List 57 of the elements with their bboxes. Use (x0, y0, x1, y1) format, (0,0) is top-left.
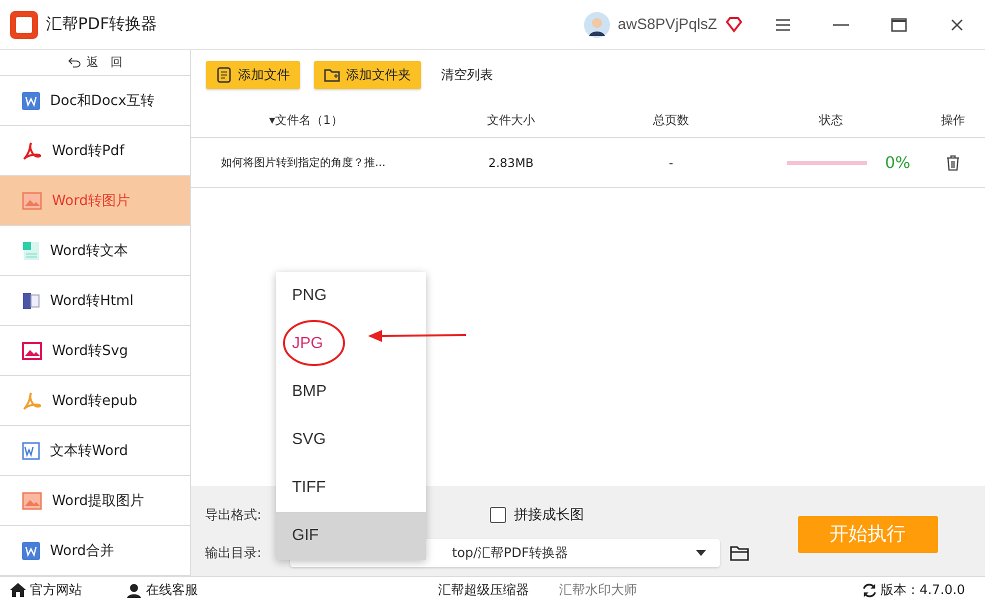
refresh-icon[interactable] (862, 582, 877, 598)
clear-list-button[interactable]: 清空列表 (435, 65, 499, 85)
website-link[interactable]: 官方网站 (10, 581, 82, 599)
format-option[interactable]: GIF (276, 512, 426, 560)
trash-icon (946, 154, 960, 170)
support-link[interactable]: 在线客服 (126, 581, 198, 599)
folder-icon[interactable] (730, 545, 750, 561)
column-header: ▾文件名（1） (268, 112, 344, 129)
person-icon (126, 582, 142, 598)
pdf-icon (22, 392, 42, 410)
format-option[interactable]: PNG (276, 272, 426, 320)
column-header: 状态 (818, 112, 844, 129)
column-header: 文件大小 (486, 112, 536, 129)
maximize-icon (891, 18, 907, 32)
add-folder-button[interactable]: 添加文件夹 (314, 61, 421, 89)
folder-plus-icon (324, 67, 340, 83)
pdf-icon (22, 142, 42, 160)
file-name: 如何将图片转到指定的角度？推... (220, 155, 386, 170)
document-icon (22, 442, 40, 460)
document-icon (22, 92, 40, 110)
page-count: - (668, 156, 674, 170)
diamond-icon[interactable] (725, 16, 743, 32)
version-label: 版本：4.7.0.0 (880, 582, 965, 599)
format-label: 导出格式: (205, 507, 262, 524)
format-option[interactable]: TIFF (276, 464, 426, 512)
add-file-button[interactable]: 添加文件 (206, 61, 300, 89)
menu-icon (776, 18, 790, 30)
format-option[interactable]: SVG (276, 416, 426, 464)
app-logo (10, 10, 38, 38)
column-header: 操作 (940, 112, 966, 129)
dropdown-caret-icon (696, 550, 706, 556)
file-size: 2.83MB (487, 156, 535, 170)
format-option[interactable]: BMP (276, 368, 426, 416)
checkbox[interactable] (490, 507, 506, 523)
document-icon (22, 542, 40, 560)
format-option[interactable]: JPG (276, 320, 426, 368)
text-file-icon (22, 240, 40, 260)
highlight-circle (282, 318, 346, 368)
home-icon (10, 583, 26, 597)
image-icon (22, 192, 42, 210)
minimize-icon (833, 22, 849, 26)
delete-button[interactable] (946, 154, 960, 170)
product-link[interactable]: 汇帮超级压缩器 (438, 581, 529, 599)
book-icon (22, 290, 40, 310)
column-header: 总页数 (652, 112, 690, 129)
output-label: 输出目录: (205, 545, 262, 562)
user-name: awS8PVjPqlsZ (618, 16, 717, 33)
back-arrow-icon (68, 57, 80, 68)
product-link[interactable]: 汇帮水印大师 (559, 581, 637, 599)
file-icon (216, 67, 232, 83)
image-icon (22, 492, 42, 510)
close-icon (951, 18, 963, 30)
window-title: 汇帮PDF转换器 (46, 14, 158, 35)
image-icon (22, 342, 42, 360)
avatar-icon[interactable] (584, 12, 610, 38)
long-image-checkbox[interactable]: 拼接成长图 (490, 506, 790, 524)
progress-percent: 0% (885, 153, 910, 172)
